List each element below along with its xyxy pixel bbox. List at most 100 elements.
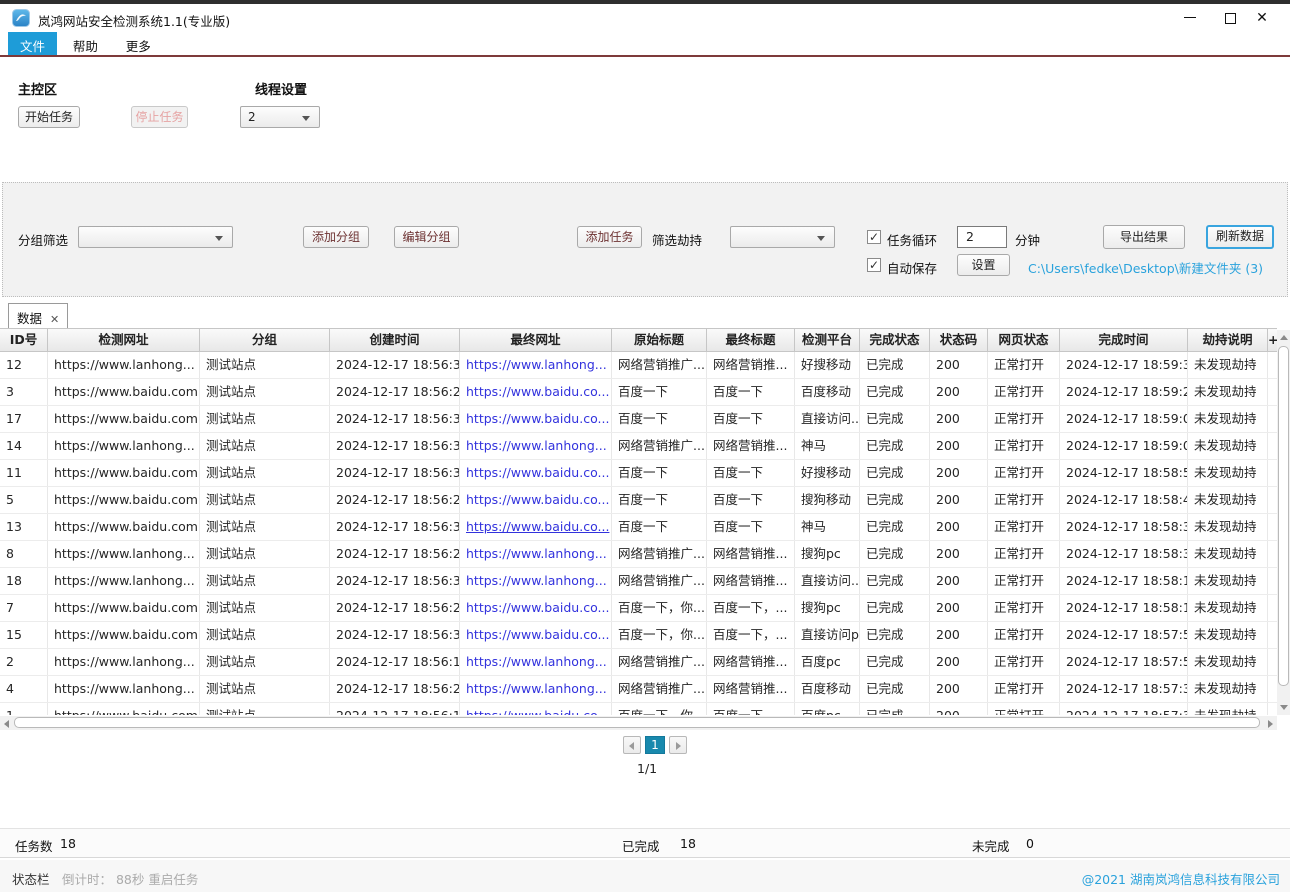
column-header[interactable]: 创建时间: [330, 329, 460, 351]
auto-save-checkbox[interactable]: ✓: [867, 258, 881, 272]
final-url-link[interactable]: https://www.baidu.co...: [460, 379, 612, 405]
column-header[interactable]: 状态码: [930, 329, 988, 351]
final-url-link[interactable]: https://www.lanhong...: [460, 541, 612, 567]
final-url-link[interactable]: https://www.lanhong...: [460, 433, 612, 459]
column-header[interactable]: 分组: [200, 329, 330, 351]
column-header[interactable]: 网页状态: [988, 329, 1060, 351]
table-row[interactable]: 12https://www.lanhong...测试站点2024-12-17 1…: [0, 352, 1277, 379]
add-task-button[interactable]: 添加任务: [577, 226, 642, 248]
table-row[interactable]: 1https://www.baidu.com测试站点2024-12-17 18:…: [0, 703, 1277, 715]
statusbar-label: 状态栏: [12, 869, 50, 888]
scroll-left-icon[interactable]: [4, 720, 9, 728]
next-page-button[interactable]: [669, 736, 687, 754]
column-header[interactable]: 劫持说明: [1188, 329, 1268, 351]
menu-help[interactable]: 帮助: [61, 32, 110, 55]
scroll-down-icon[interactable]: [1280, 705, 1288, 710]
cell: 百度pc: [795, 649, 860, 675]
table-row[interactable]: 4https://www.lanhong...测试站点2024-12-17 18…: [0, 676, 1277, 703]
column-header[interactable]: ID号: [0, 329, 48, 351]
task-loop-checkbox[interactable]: ✓: [867, 230, 881, 244]
column-header[interactable]: 检测平台: [795, 329, 860, 351]
horizontal-scroll-thumb[interactable]: [14, 717, 1260, 728]
table-row[interactable]: 11https://www.baidu.com测试站点2024-12-17 18…: [0, 460, 1277, 487]
cell: https://www.baidu.com: [48, 595, 200, 621]
table-row[interactable]: 14https://www.lanhong...测试站点2024-12-17 1…: [0, 433, 1277, 460]
cell: 15: [0, 622, 48, 648]
cell: 2024-12-17 18:56:24: [330, 487, 460, 513]
tab-close-icon[interactable]: ✕: [50, 313, 59, 326]
cell: 已完成: [860, 514, 930, 540]
settings-button[interactable]: 设置: [957, 254, 1010, 276]
final-url-link[interactable]: https://www.baidu.co...: [460, 460, 612, 486]
final-url-link[interactable]: https://www.baidu.co...: [460, 406, 612, 432]
prev-page-button[interactable]: [623, 736, 641, 754]
cell: 百度pc: [795, 703, 860, 715]
cell: 搜狗移动: [795, 487, 860, 513]
cell: 百度一下: [707, 514, 795, 540]
cell: 已完成: [860, 703, 930, 715]
column-header[interactable]: 检测网址: [48, 329, 200, 351]
scroll-up-icon[interactable]: [1280, 335, 1288, 340]
menu-more[interactable]: 更多: [114, 32, 163, 55]
table-row[interactable]: 15https://www.baidu.com测试站点2024-12-17 18…: [0, 622, 1277, 649]
final-url-link[interactable]: https://www.baidu.co...: [460, 622, 612, 648]
add-group-button[interactable]: 添加分组: [303, 226, 369, 248]
final-url-link[interactable]: https://www.lanhong...: [460, 568, 612, 594]
final-url-link[interactable]: https://www.baidu.co...: [460, 514, 612, 540]
table-row[interactable]: 13https://www.baidu.com测试站点2024-12-17 18…: [0, 514, 1277, 541]
column-header[interactable]: 完成状态: [860, 329, 930, 351]
column-header[interactable]: 原始标题: [612, 329, 707, 351]
hijack-filter-select[interactable]: [730, 226, 835, 248]
start-task-button[interactable]: 开始任务: [18, 106, 80, 128]
cell: 8: [0, 541, 48, 567]
stop-task-button[interactable]: 停止任务: [131, 106, 188, 128]
table-row[interactable]: 18https://www.lanhong...测试站点2024-12-17 1…: [0, 568, 1277, 595]
horizontal-scrollbar[interactable]: [0, 716, 1277, 730]
loop-minutes-input[interactable]: 2: [957, 226, 1007, 248]
cell: 已完成: [860, 595, 930, 621]
tab-data[interactable]: 数据 ✕: [8, 303, 68, 328]
vertical-scroll-thumb[interactable]: [1278, 346, 1289, 686]
scroll-right-icon[interactable]: [1268, 720, 1273, 728]
final-url-link[interactable]: https://www.lanhong...: [460, 676, 612, 702]
cell: 2024-12-17 18:57:37: [1060, 676, 1188, 702]
table-row[interactable]: 8https://www.lanhong...测试站点2024-12-17 18…: [0, 541, 1277, 568]
cell: 未发现劫持: [1188, 703, 1268, 715]
group-filter-select[interactable]: [78, 226, 233, 248]
table-row[interactable]: 2https://www.lanhong...测试站点2024-12-17 18…: [0, 649, 1277, 676]
table-row[interactable]: 5https://www.baidu.com测试站点2024-12-17 18:…: [0, 487, 1277, 514]
final-url-link[interactable]: https://www.baidu.co...: [460, 595, 612, 621]
save-path-link[interactable]: C:\Users\fedke\Desktop\新建文件夹 (3): [1028, 258, 1263, 277]
minimize-button[interactable]: [1170, 4, 1210, 32]
table-row[interactable]: 17https://www.baidu.com测试站点2024-12-17 18…: [0, 406, 1277, 433]
close-button[interactable]: ✕: [1242, 4, 1282, 32]
cell: 百度一下: [707, 703, 795, 715]
add-column-button[interactable]: +: [1268, 329, 1277, 351]
cell: 已完成: [860, 460, 930, 486]
task-count-label: 任务数: [15, 836, 53, 855]
table-row[interactable]: 7https://www.baidu.com测试站点2024-12-17 18:…: [0, 595, 1277, 622]
final-url-link[interactable]: https://www.lanhong...: [460, 352, 612, 378]
column-header[interactable]: 完成时间: [1060, 329, 1188, 351]
table-row[interactable]: 3https://www.baidu.com测试站点2024-12-17 18:…: [0, 379, 1277, 406]
current-page-button[interactable]: 1: [645, 736, 665, 754]
cell: 正常打开: [988, 568, 1060, 594]
final-url-link[interactable]: https://www.baidu.co...: [460, 487, 612, 513]
edit-group-button[interactable]: 编辑分组: [394, 226, 459, 248]
group-filter-label: 分组筛选: [18, 230, 68, 249]
column-header[interactable]: 最终标题: [707, 329, 795, 351]
final-url-link[interactable]: https://www.lanhong...: [460, 649, 612, 675]
cell: 正常打开: [988, 514, 1060, 540]
thread-count-select[interactable]: 2: [240, 106, 320, 128]
export-results-button[interactable]: 导出结果: [1103, 225, 1185, 249]
vertical-scrollbar[interactable]: [1277, 330, 1290, 715]
titlebar[interactable]: 岚鸿网站安全检测系统1.1(专业版) ✕: [0, 4, 1290, 32]
menu-file[interactable]: 文件: [8, 32, 57, 55]
cell: https://www.baidu.com: [48, 703, 200, 715]
cell: 网络营销推...: [707, 352, 795, 378]
column-header[interactable]: 最终网址: [460, 329, 612, 351]
cell: 200: [930, 379, 988, 405]
cell: 200: [930, 595, 988, 621]
refresh-data-button[interactable]: 刷新数据: [1206, 225, 1274, 249]
final-url-link[interactable]: https://www.baidu.co...: [460, 703, 612, 715]
